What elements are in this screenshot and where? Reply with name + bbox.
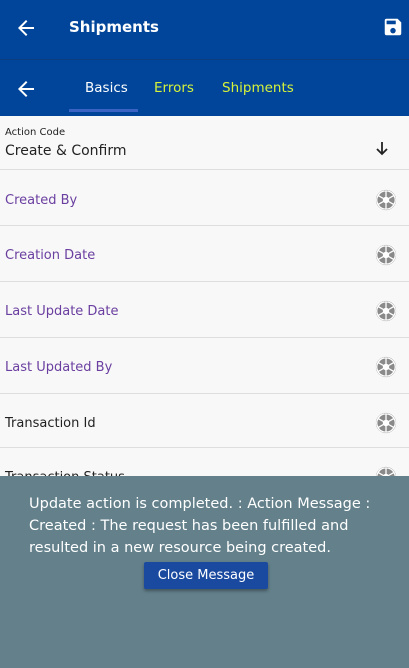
aperture-icon[interactable] — [375, 244, 397, 266]
action-code-value: Create & Confirm — [5, 143, 127, 159]
aperture-icon[interactable] — [375, 412, 397, 434]
app-header: Shipments — [0, 0, 409, 59]
field-transaction-id[interactable]: Transaction Id — [0, 394, 409, 448]
tab-errors[interactable]: Errors — [154, 80, 194, 96]
tab-shipments[interactable]: Shipments — [222, 80, 294, 96]
tab-basics[interactable]: Basics — [85, 80, 128, 96]
dropdown-arrow-down-icon[interactable] — [375, 141, 389, 157]
aperture-icon[interactable] — [375, 356, 397, 378]
active-tab-indicator — [69, 109, 138, 112]
tab-bar: Basics Errors Shipments — [0, 59, 409, 116]
action-code-label: Action Code — [5, 127, 66, 138]
creation-date-label: Creation Date — [5, 248, 96, 263]
page-title: Shipments — [69, 18, 159, 36]
close-message-button[interactable]: Close Message — [144, 562, 268, 589]
aperture-icon[interactable] — [375, 189, 397, 211]
last-updated-by-label: Last Updated By — [5, 360, 113, 375]
save-icon[interactable] — [382, 16, 404, 38]
last-update-date-label: Last Update Date — [5, 304, 119, 319]
message-toast: Update action is completed. : Action Mes… — [0, 476, 409, 668]
aperture-icon[interactable] — [375, 300, 397, 322]
toast-message: Update action is completed. : Action Mes… — [29, 496, 371, 556]
created-by-label: Created By — [5, 193, 78, 208]
transaction-id-label: Transaction Id — [5, 416, 96, 431]
field-creation-date[interactable]: Creation Date — [0, 226, 409, 282]
tab-back-arrow-icon[interactable] — [14, 77, 38, 101]
field-last-updated-by[interactable]: Last Updated By — [0, 338, 409, 394]
action-code-field[interactable]: Action Code Create & Confirm — [0, 116, 409, 170]
field-created-by[interactable]: Created By — [0, 170, 409, 226]
back-arrow-icon[interactable] — [14, 16, 38, 40]
field-last-update-date[interactable]: Last Update Date — [0, 282, 409, 338]
